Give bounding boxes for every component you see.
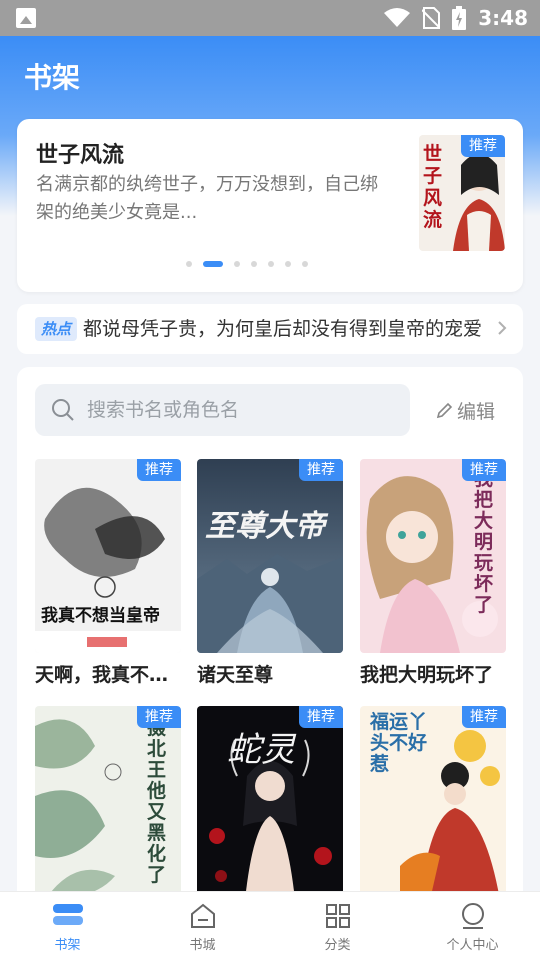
hot-news-text: 都说母凭子贵，为何皇后却没有得到皇帝的宠爱 — [83, 318, 483, 340]
pencil-icon — [436, 402, 453, 418]
tab-bookshelf[interactable]: 书架 — [0, 892, 135, 960]
category-grid-icon — [325, 904, 350, 928]
chevron-right-icon — [498, 321, 507, 335]
search-placeholder: 搜索书名或角色名 — [87, 399, 240, 421]
recommend-badge: 推荐 — [461, 135, 505, 157]
gallery-notification-icon — [16, 8, 36, 28]
carousel-dot[interactable] — [302, 261, 308, 267]
tab-bookstore[interactable]: 书城 — [135, 892, 270, 960]
book-cover-title: 摄北王他又黑化了 — [147, 717, 167, 886]
book-cover-title: 我真不想当皇帝 — [41, 606, 160, 626]
book-item[interactable]: 我把大明玩坏了 推荐 我把大明玩坏了 — [360, 459, 506, 689]
page-title: 书架 — [24, 61, 81, 94]
wifi-icon — [384, 8, 411, 27]
system-icons: 3:48 — [384, 6, 528, 30]
bottom-tab-bar: 书架 书城 分类 个人中心 — [0, 891, 540, 960]
battery-charging-icon — [452, 6, 467, 30]
tab-profile[interactable]: 个人中心 — [405, 892, 540, 960]
search-icon — [52, 399, 74, 421]
hot-news-bar[interactable]: 热点 都说母凭子贵，为何皇后却没有得到皇帝的宠爱 — [17, 304, 523, 354]
carousel-dot[interactable] — [251, 261, 257, 267]
recommend-badge: 推荐 — [462, 459, 506, 481]
recommend-badge: 推荐 — [299, 459, 343, 481]
bookshelf-panel: 搜索书名或角色名 编辑 我真不想当皇帝 推荐 天啊，我真不想当皇帝 — [17, 367, 523, 927]
book-item[interactable]: 我真不想当皇帝 推荐 天啊，我真不想当皇帝 — [35, 459, 185, 689]
tab-label: 分类 — [324, 938, 351, 953]
book-title: 我把大明玩坏了 — [360, 664, 494, 686]
featured-book-card[interactable]: 世子风流 名满京都的纨绔世子，万万没想到，自己绑架的绝美少女竟是... 世子风流… — [17, 119, 523, 292]
featured-book-title: 世子风流 — [36, 143, 125, 168]
featured-cover-title: 世子风流 — [423, 143, 443, 231]
recommend-badge: 推荐 — [462, 706, 506, 728]
carousel-dot[interactable] — [268, 261, 274, 267]
book-cover[interactable]: 我把大明玩坏了 推荐 — [360, 459, 506, 653]
featured-book-cover[interactable]: 世子风流 推荐 — [419, 135, 505, 251]
edit-label: 编辑 — [457, 401, 496, 423]
edit-button[interactable]: 编辑 — [435, 397, 495, 424]
recommend-badge: 推荐 — [137, 706, 181, 728]
book-item[interactable]: 摄北王他又黑化了 推荐 — [35, 706, 181, 900]
profile-icon — [461, 903, 484, 929]
book-cover[interactable]: 蛇灵 推荐 — [197, 706, 343, 900]
carousel-dot[interactable] — [186, 261, 192, 267]
carousel-dot[interactable] — [234, 261, 240, 267]
book-cover[interactable]: 至尊大帝 推荐 — [197, 459, 343, 653]
carousel-dot[interactable] — [285, 261, 291, 267]
book-item[interactable]: 至尊大帝 推荐 诸天至尊 — [197, 459, 343, 689]
book-cover-title: 福运丫头不好惹 — [370, 711, 428, 775]
hot-badge: 热点 — [35, 317, 77, 341]
carousel-indicator[interactable] — [17, 261, 523, 267]
recommend-badge: 推荐 — [299, 706, 343, 728]
book-cover[interactable]: 我真不想当皇帝 推荐 — [35, 459, 181, 653]
tab-label: 书架 — [54, 938, 81, 953]
book-item[interactable]: 福运丫头不好惹 推荐 — [360, 706, 506, 900]
book-cover[interactable]: 摄北王他又黑化了 推荐 — [35, 706, 181, 900]
book-cover-title: 蛇灵 — [227, 730, 295, 770]
book-item[interactable]: 蛇灵 推荐 — [197, 706, 343, 900]
recommend-badge: 推荐 — [137, 459, 181, 481]
tab-category[interactable]: 分类 — [270, 892, 405, 960]
book-title: 诸天至尊 — [197, 664, 274, 686]
tab-label: 个人中心 — [446, 938, 499, 953]
book-title: 天啊，我真不想当皇帝 — [35, 664, 185, 686]
tab-label: 书城 — [189, 938, 216, 953]
no-sim-icon — [422, 7, 441, 29]
clock: 3:48 — [478, 6, 528, 30]
book-cover-title: 至尊大帝 — [205, 509, 325, 544]
featured-book-description: 名满京都的纨绔世子，万万没想到，自己绑架的绝美少女竟是... — [36, 174, 378, 223]
carousel-dot-active[interactable] — [203, 261, 223, 267]
search-input[interactable]: 搜索书名或角色名 — [35, 384, 410, 436]
status-bar: 3:48 — [0, 0, 540, 36]
bookshelf-icon — [52, 904, 83, 925]
book-cover[interactable]: 福运丫头不好惹 推荐 — [360, 706, 506, 900]
bookstore-icon — [190, 903, 215, 928]
book-cover-title: 我把大明玩坏了 — [474, 469, 494, 616]
